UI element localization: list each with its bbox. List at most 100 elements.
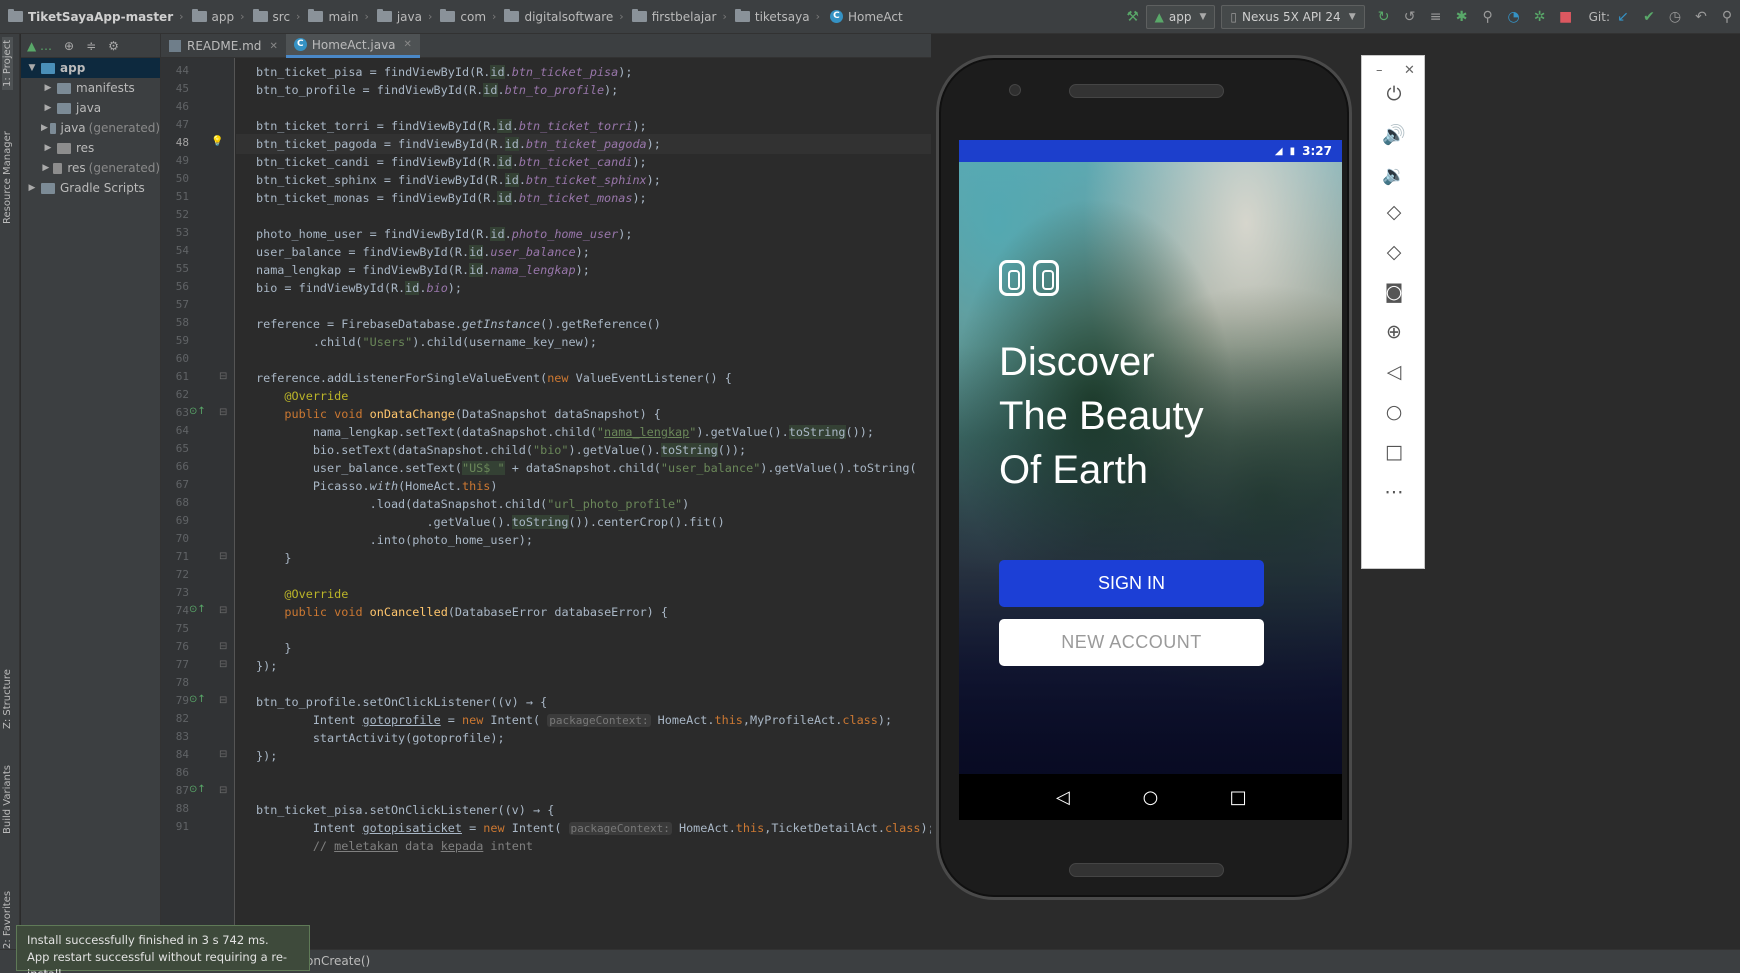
code-line[interactable]: Picasso.with(HomeAct.this) [236,476,931,496]
locate-icon[interactable]: ⊕ [64,39,74,53]
close-icon[interactable]: ✕ [1404,63,1415,78]
close-icon[interactable]: ✕ [269,41,277,52]
back-icon[interactable]: ◁ [1380,358,1408,386]
code-line[interactable]: .load(dataSnapshot.child("url_photo_prof… [236,494,931,514]
fold-icon[interactable]: ⊟ [219,371,227,382]
code-line[interactable] [236,674,931,694]
code-line[interactable]: .getValue().toString()).centerCrop().fit… [236,512,931,532]
debug-icon[interactable]: ✱ [1451,5,1473,29]
stop-icon[interactable]: ■ [1555,5,1577,29]
code-line[interactable]: btn_ticket_pagoda = findViewById(R.id.bt… [236,134,931,154]
zoom-icon[interactable]: ⊕ [1380,318,1408,346]
breadcrumb-com[interactable]: com › [432,0,496,34]
device-screen[interactable]: ◢ ▮ 3:27 Discover The Beauty Of Earth SI… [959,140,1342,820]
fold-icon[interactable]: ⊟ [219,605,227,616]
code-editor[interactable]: btn_ticket_pisa = findViewById(R.id.btn_… [236,58,931,939]
breadcrumb-project[interactable]: TiketSayaApp-master › [0,0,184,34]
code-line[interactable]: photo_home_user = findViewById(R.id.phot… [236,224,931,244]
install-notification[interactable]: Install successfully finished in 3 s 742… [16,925,310,973]
tree-item[interactable]: ▶ res [21,138,160,158]
close-icon[interactable]: ✕ [404,39,412,50]
breadcrumb-java[interactable]: java › [369,0,432,34]
search-everywhere-icon[interactable]: ⚲ [1716,5,1738,29]
tab-homeact[interactable]: C HomeAct.java ✕ [285,34,420,58]
tree-item[interactable]: ▶ java (generated) [21,118,160,138]
code-line[interactable]: reference = FirebaseDatabase.getInstance… [236,314,931,334]
code-line[interactable]: bio = findViewById(R.id.bio); [236,278,931,298]
new-account-button[interactable]: NEW ACCOUNT [999,619,1264,666]
run-config-select[interactable]: ▲ app ▼ [1145,5,1216,29]
breadcrumb-homeact[interactable]: C HomeAct [820,0,903,34]
history-icon[interactable]: ◷ [1664,5,1686,29]
code-line[interactable]: btn_ticket_candi = findViewById(R.id.btn… [236,152,931,172]
fold-icon[interactable]: ⊟ [219,641,227,652]
nav-back-icon[interactable]: ◁ [1051,787,1075,808]
tree-item[interactable]: ▶ res (generated) [21,158,160,178]
code-line[interactable]: } [236,638,931,658]
git-commit-icon[interactable]: ✔ [1638,5,1660,29]
breadcrumb-app[interactable]: app › [184,0,245,34]
apply-code-changes-icon[interactable]: ↺ [1399,5,1421,29]
code-line[interactable]: btn_to_profile.setOnClickListener((v) → … [236,692,931,712]
code-line[interactable]: btn_to_profile = findViewById(R.id.btn_t… [236,80,931,100]
code-line[interactable]: nama_lengkap = findViewById(R.id.nama_le… [236,260,931,280]
code-line[interactable]: bio.setText(dataSnapshot.child("bio").ge… [236,440,931,460]
override-icon[interactable]: ⊙↑ [189,694,206,705]
fold-icon[interactable]: ⊟ [219,659,227,670]
caret-right-icon[interactable]: ▶ [25,183,39,193]
code-line[interactable]: // meletakan data kepada intent [236,836,931,856]
power-icon[interactable]: ⏻ [1380,80,1408,108]
fold-icon[interactable]: ⊟ [219,407,227,418]
apply-changes-icon[interactable]: ↻ [1373,5,1395,29]
attach-debugger-icon[interactable]: ⚲ [1477,5,1499,29]
code-line[interactable]: }); [236,656,931,676]
tree-item[interactable]: ▼ app [21,58,160,78]
code-line[interactable]: reference.addListenerForSingleValueEvent… [236,368,931,388]
code-line[interactable]: Intent gotopisaticket = new Intent( pack… [236,818,931,838]
profile-icon[interactable]: ◔ [1503,5,1525,29]
coverage-icon[interactable]: ≡ [1425,5,1447,29]
volume-up-icon[interactable]: 🔊 [1380,120,1408,148]
volume-down-icon[interactable]: 🔉 [1380,160,1408,188]
home-icon[interactable]: ○ [1380,398,1408,426]
code-line[interactable] [236,620,931,640]
override-icon[interactable]: ⊙↑ [189,784,206,795]
rollback-icon[interactable]: ↶ [1690,5,1712,29]
caret-right-icon[interactable]: ▶ [41,83,55,93]
fold-icon[interactable]: ⊟ [219,695,227,706]
code-line[interactable]: @Override [236,386,931,406]
screenshot-icon[interactable]: ◙ [1380,278,1408,306]
rotate-right-icon[interactable]: ◇ [1380,238,1408,266]
code-line[interactable]: startActivity(gotoprofile); [236,728,931,748]
rotate-left-icon[interactable]: ◇ [1380,198,1408,226]
breadcrumb-main[interactable]: main › [300,0,369,34]
code-line[interactable] [236,350,931,370]
tab-readme[interactable]: README.md ✕ [161,34,286,58]
breadcrumb-src[interactable]: src › [245,0,300,34]
intention-bulb-icon[interactable]: 💡 [211,136,223,147]
minimize-icon[interactable]: – [1376,63,1383,78]
code-line[interactable]: nama_lengkap.setText(dataSnapshot.child(… [236,422,931,442]
resource-manager-tab[interactable]: Resource Manager [2,131,13,224]
structure-tab[interactable]: Z: Structure [2,669,13,729]
nav-home-icon[interactable]: ○ [1138,787,1162,808]
favorites-tab[interactable]: 2: Favorites [2,891,13,949]
build-hammer-icon[interactable]: ⚒ [1122,5,1144,29]
tree-item[interactable]: ▶ manifests [21,78,160,98]
nav-recents-icon[interactable]: □ [1226,787,1250,808]
more-icon[interactable]: ⋯ [1380,478,1408,506]
overview-icon[interactable]: □ [1380,438,1408,466]
code-line[interactable]: user_balance = findViewById(R.id.user_ba… [236,242,931,262]
code-line[interactable]: .into(photo_home_user); [236,530,931,550]
code-line[interactable]: .child("Users").child(username_key_new); [236,332,931,352]
code-line[interactable]: btn_ticket_pisa.setOnClickListener((v) →… [236,800,931,820]
method-breadcrumb[interactable]: onCreate() [306,954,370,968]
caret-right-icon[interactable]: ▶ [41,103,55,113]
code-line[interactable]: user_balance.setText("US$ " + dataSnapsh… [236,458,931,478]
device-select[interactable]: ▯ Nexus 5X API 24 ▼ [1221,5,1365,29]
debug-attach-icon[interactable]: ✲ [1529,5,1551,29]
android-view-icon[interactable]: ▲ … [27,39,52,53]
code-line[interactable] [236,98,931,118]
code-line[interactable]: btn_ticket_sphinx = findViewById(R.id.bt… [236,170,931,190]
fold-icon[interactable]: ⊟ [219,749,227,760]
